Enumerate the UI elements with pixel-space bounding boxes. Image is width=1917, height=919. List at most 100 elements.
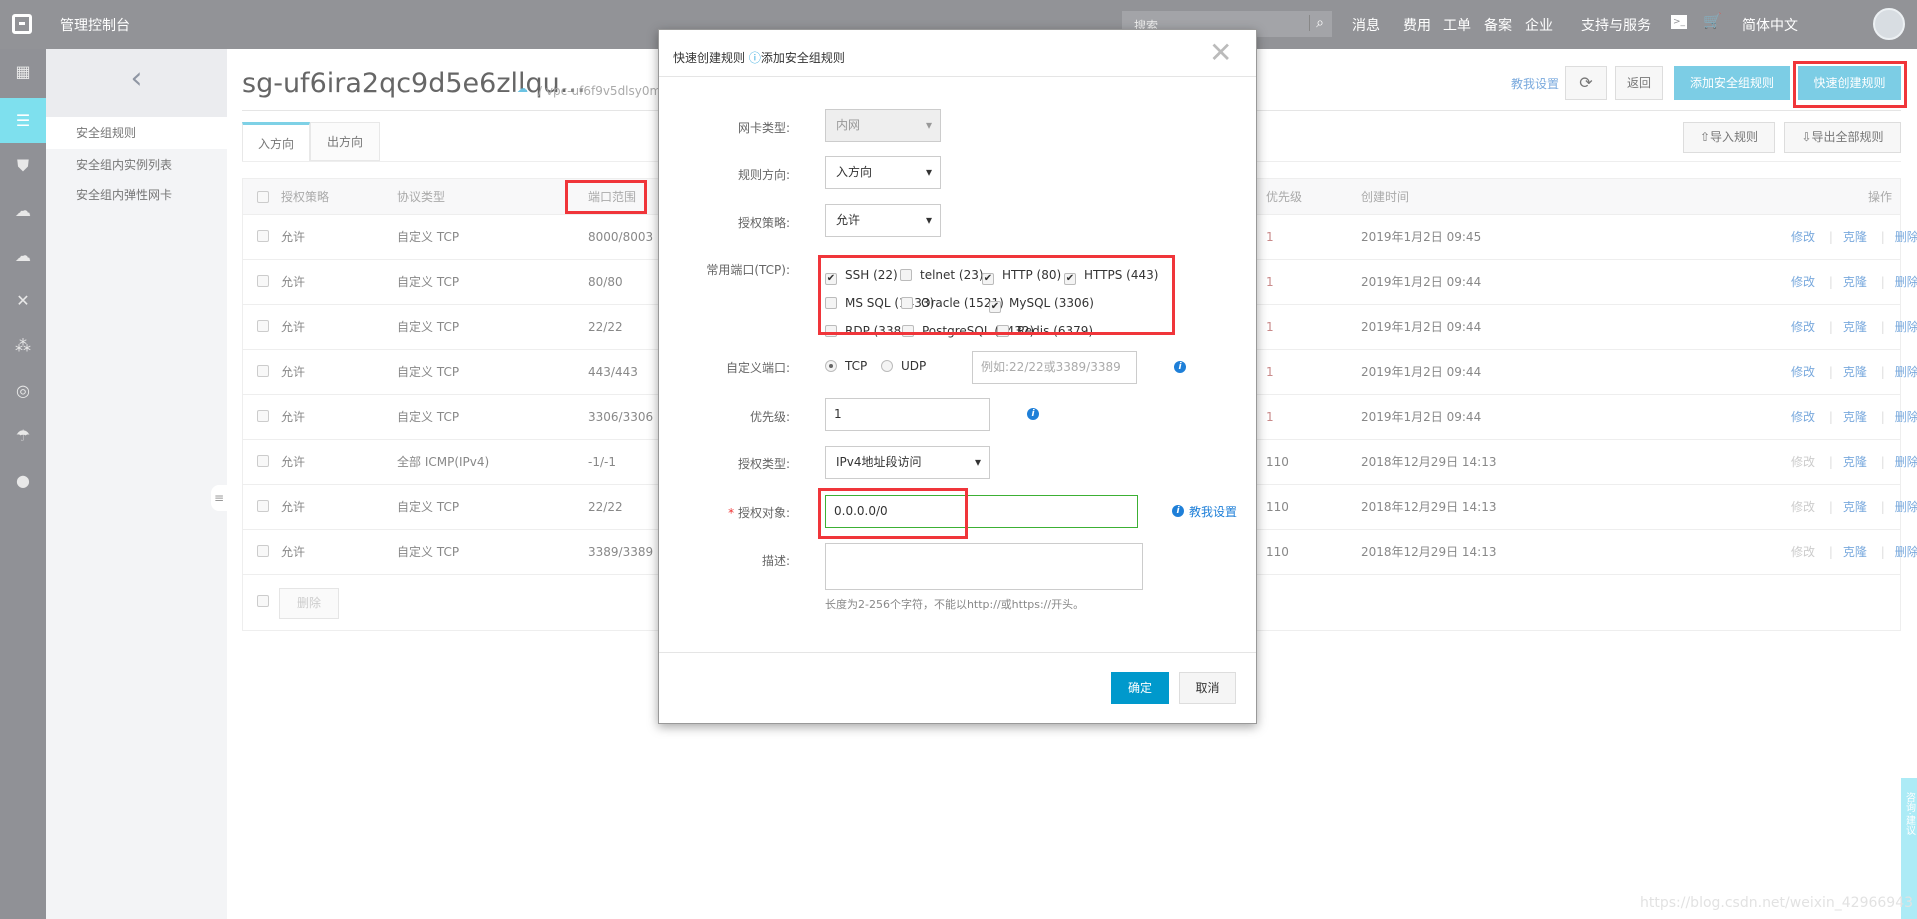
edit-link[interactable]: 修改 [1791, 365, 1815, 379]
edit-link[interactable]: 修改 [1791, 230, 1815, 244]
teach-link[interactable]: 教我设置 [1511, 75, 1559, 92]
tab-inbound[interactable]: 入方向 [242, 122, 310, 161]
footer-select-checkbox[interactable] [257, 595, 269, 607]
circle-icon[interactable]: ● [0, 458, 46, 503]
select-all-checkbox[interactable] [257, 191, 269, 203]
radio-tcp[interactable]: TCP [825, 359, 867, 373]
import-rules-button[interactable]: ⇧导入规则 [1683, 122, 1775, 153]
sidebar-item-rules[interactable]: 安全组规则 [46, 117, 227, 149]
checkbox[interactable] [900, 269, 912, 281]
custom-port-input[interactable]: 例如:22/22或3389/3389 [972, 351, 1137, 384]
row-checkbox[interactable] [257, 500, 269, 512]
database-icon[interactable]: ☂ [0, 413, 46, 458]
description-textarea[interactable] [825, 543, 1143, 590]
sidebar-item-instances[interactable]: 安全组内实例列表 [46, 149, 227, 181]
back-button[interactable]: 返回 [1615, 66, 1663, 100]
search-icon[interactable]: ⌕ [1309, 15, 1324, 31]
port-checkbox[interactable]: ✔ SSH (22) [825, 268, 898, 285]
row-checkbox[interactable] [257, 545, 269, 557]
avatar[interactable] [1873, 8, 1905, 40]
radio-udp[interactable]: UDP [881, 359, 926, 373]
row-checkbox[interactable] [257, 365, 269, 377]
priority-input[interactable]: 1 [825, 398, 990, 431]
add-rule-link[interactable]: 添加安全组规则 [761, 51, 845, 65]
delete-link[interactable]: 删除 [1895, 410, 1917, 424]
clone-link[interactable]: 克隆 [1843, 500, 1867, 514]
add-rule-button[interactable]: 添加安全组规则 [1674, 66, 1790, 100]
delete-link[interactable]: 删除 [1895, 275, 1917, 289]
delete-link[interactable]: 删除 [1895, 500, 1917, 514]
nav-billing[interactable]: 费用 [1403, 15, 1431, 35]
quick-create-button[interactable]: 快速创建规则 [1798, 66, 1901, 100]
checkmark-icon[interactable]: ✔ [982, 273, 994, 285]
row-checkbox[interactable] [257, 320, 269, 332]
batch-delete-button[interactable]: 删除 [279, 588, 339, 619]
cloud-icon[interactable]: ☁ [0, 188, 46, 233]
port-checkbox[interactable]: ✔ MySQL (3306) [989, 296, 1094, 313]
confirm-button[interactable]: 确定 [1111, 672, 1169, 704]
console-title[interactable]: 管理控制台 [60, 15, 130, 35]
port-checkbox[interactable]: RDP (3389) [825, 324, 914, 338]
server-icon[interactable]: ☰ [0, 98, 46, 143]
row-checkbox[interactable] [257, 410, 269, 422]
cloud-upload-icon[interactable]: ☁ [0, 233, 46, 278]
checkmark-icon[interactable]: ✔ [1064, 273, 1076, 285]
language-switch[interactable]: 简体中文 [1742, 15, 1798, 35]
edit-link[interactable]: 修改 [1791, 275, 1815, 289]
checkbox[interactable] [901, 297, 913, 309]
checkbox[interactable] [825, 297, 837, 309]
clone-link[interactable]: 克隆 [1843, 455, 1867, 469]
close-icon[interactable]: ✕ [1209, 36, 1232, 69]
nic-select[interactable]: 内网 [825, 109, 941, 142]
back-chevron-icon[interactable]: ‹ [46, 49, 227, 117]
clone-link[interactable]: 克隆 [1843, 275, 1867, 289]
checkmark-icon[interactable]: ✔ [989, 301, 1001, 313]
radio-button[interactable] [881, 360, 893, 372]
delete-link[interactable]: 删除 [1895, 320, 1917, 334]
direction-select[interactable]: 入方向 [825, 156, 941, 189]
nav-messages[interactable]: 消息 [1352, 15, 1380, 35]
clone-link[interactable]: 克隆 [1843, 230, 1867, 244]
auth-type-select[interactable]: IPv4地址段访问 [825, 446, 990, 479]
edit-link[interactable]: 修改 [1791, 320, 1815, 334]
row-checkbox[interactable] [257, 230, 269, 242]
export-rules-button[interactable]: ⇩导出全部规则 [1784, 122, 1901, 153]
port-checkbox[interactable]: telnet (23) [900, 268, 984, 282]
checkbox[interactable] [997, 325, 1009, 337]
globe-icon[interactable]: ◎ [0, 368, 46, 413]
vpc-link[interactable]: / vpc-uf6f9v5dlsy0mrk [538, 84, 673, 98]
clone-link[interactable]: 克隆 [1843, 545, 1867, 559]
nav-icp[interactable]: 备案 [1484, 15, 1512, 35]
checkmark-icon[interactable]: ✔ [825, 273, 837, 285]
checkbox[interactable] [825, 325, 837, 337]
edit-link[interactable]: 修改 [1791, 410, 1815, 424]
nav-tickets[interactable]: 工单 [1443, 15, 1471, 35]
nav-support[interactable]: 支持与服务 [1581, 15, 1651, 35]
info-icon[interactable]: i [1174, 361, 1186, 373]
checkbox[interactable] [902, 325, 914, 337]
sidebar-item-enis[interactable]: 安全组内弹性网卡 [46, 179, 227, 211]
cancel-button[interactable]: 取消 [1179, 672, 1236, 704]
refresh-button[interactable]: ⟳ [1565, 66, 1607, 100]
shield-icon[interactable]: ⛊ [0, 143, 46, 188]
cluster-icon[interactable]: ⁂ [0, 323, 46, 368]
network-icon[interactable]: ✕ [0, 278, 46, 323]
cart-icon[interactable]: 🛒 [1703, 12, 1722, 30]
tab-outbound[interactable]: 出方向 [310, 122, 380, 161]
delete-link[interactable]: 删除 [1895, 365, 1917, 379]
policy-select[interactable]: 允许 [825, 204, 941, 237]
delete-link[interactable]: 删除 [1895, 545, 1917, 559]
teach-me-link[interactable]: 教我设置 [1189, 503, 1237, 520]
port-checkbox[interactable]: Redis (6379) [997, 324, 1093, 338]
clone-link[interactable]: 克隆 [1843, 320, 1867, 334]
delete-link[interactable]: 删除 [1895, 455, 1917, 469]
grid-icon[interactable]: ▦ [0, 49, 46, 94]
clone-link[interactable]: 克隆 [1843, 410, 1867, 424]
info-icon[interactable]: i [1027, 408, 1039, 420]
port-checkbox[interactable]: ✔ HTTPS (443) [1064, 268, 1158, 285]
row-checkbox[interactable] [257, 275, 269, 287]
aliyun-logo-icon[interactable] [12, 14, 32, 34]
terminal-icon[interactable]: >_ [1671, 15, 1687, 29]
nav-enterprise[interactable]: 企业 [1525, 15, 1553, 35]
clone-link[interactable]: 克隆 [1843, 365, 1867, 379]
